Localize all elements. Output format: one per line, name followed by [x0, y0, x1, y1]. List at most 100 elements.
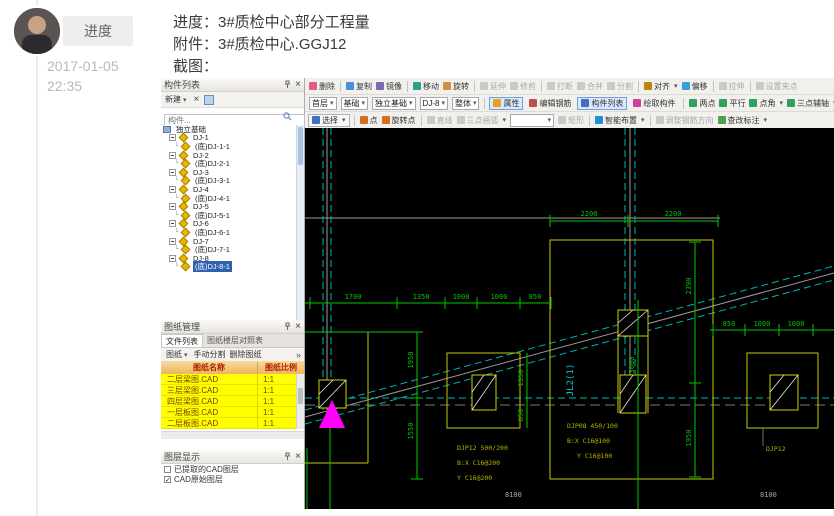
copy-tool[interactable]: 复制: [346, 81, 372, 92]
checkbox-unchecked-icon[interactable]: [164, 465, 171, 473]
tree-node-item[interactable]: └ (底)DJ-5-1: [161, 210, 296, 221]
overflow-icon[interactable]: »: [296, 350, 301, 360]
table-row[interactable]: 一层板图.CAD 1:1: [161, 406, 296, 418]
three-point-arc-tool[interactable]: 三点画弧 ▾: [456, 115, 506, 126]
dim-label: 1950: [685, 430, 693, 447]
break-tool[interactable]: 打断: [547, 81, 573, 92]
post-date: 2017-01-05: [47, 58, 119, 74]
component-select[interactable]: DJ-8 ▾: [419, 96, 448, 110]
cad-drawing-area[interactable]: 2200 2200 1700 1350 1000 1000 850 850 10…: [305, 128, 834, 509]
tree-expander-icon[interactable]: [169, 168, 176, 176]
component-type-select[interactable]: 独立基础 ▾: [372, 96, 416, 110]
floor-select[interactable]: 首层 ▾: [309, 96, 337, 110]
pin-icon[interactable]: [284, 322, 291, 331]
table-scrollbar[interactable]: [296, 374, 304, 429]
offset-tool[interactable]: 偏移: [681, 81, 708, 92]
table-row[interactable]: 二层梁图.CAD 1:1: [161, 373, 296, 385]
drawing-manager-panel: 图纸管理 × 文件列表 图纸楼层对照表 图纸 ▾ 手动分割 删除图纸 » 图纸名称…: [161, 320, 304, 451]
merge-tool[interactable]: 合并: [577, 81, 603, 92]
delete-drawing-button[interactable]: 删除图纸: [230, 349, 262, 360]
delete-component-button[interactable]: ×: [192, 94, 202, 106]
category-select[interactable]: 基础 ▾: [340, 96, 369, 110]
tree-node-item[interactable]: └ (底)DJ-7-1: [161, 244, 296, 255]
layer-option-original[interactable]: CAD原始图层: [161, 474, 304, 484]
tree-expander-icon[interactable]: [169, 254, 176, 262]
elevation-label: 8100: [505, 491, 522, 499]
table-row[interactable]: 二层板图.CAD 1:1: [161, 417, 296, 429]
avatar[interactable]: [12, 6, 62, 56]
pin-icon[interactable]: [284, 452, 291, 461]
pick-component-button[interactable]: 绘取构件: [629, 97, 679, 110]
tree-scrollbar-thumb[interactable]: [298, 127, 303, 165]
tree-expander-icon[interactable]: [169, 220, 176, 228]
tree-node-item[interactable]: └ (底)DJ-3-1: [161, 175, 296, 186]
tree-expander-icon[interactable]: [169, 203, 176, 211]
point-angle-axis-tool[interactable]: 点角 ▾: [749, 98, 783, 109]
smart-layout-icon: [595, 116, 604, 124]
edit-annotation-tool[interactable]: 查改标注 ▾: [717, 115, 768, 126]
split-tool[interactable]: 分割: [607, 81, 633, 92]
pin-icon[interactable]: [284, 80, 291, 89]
move-tool[interactable]: 移动: [413, 81, 439, 92]
tree-node-item-selected[interactable]: └ (底)DJ-8-1: [161, 261, 296, 273]
branch-icon: └: [174, 263, 179, 271]
checkbox-checked-icon[interactable]: [164, 475, 171, 484]
dimension-lines: [305, 215, 834, 509]
align-tool[interactable]: 对齐 ▾: [644, 81, 678, 92]
close-icon[interactable]: ×: [295, 321, 301, 332]
layer-option-extracted[interactable]: 已提取的CAD图层: [161, 464, 304, 474]
attributes-button[interactable]: 属性: [489, 96, 524, 110]
table-row[interactable]: 三层梁图.CAD 1:1: [161, 384, 296, 396]
tab-floor-mapping[interactable]: 图纸楼层对照表: [203, 334, 267, 347]
extend-tool[interactable]: 延伸: [480, 81, 506, 92]
arc-value-combo[interactable]: ▾: [510, 113, 555, 127]
edit-toolbar: 删除 复制 镜像 移动 旋转 延伸 修剪 打断 合并 分割 对齐 ▾ 偏移 拉伸 …: [305, 78, 834, 95]
edit-rebar-button[interactable]: 编辑钢筋: [525, 97, 575, 110]
close-icon[interactable]: ×: [295, 451, 301, 462]
stretch-tool[interactable]: 拉伸: [718, 81, 745, 92]
delete-tool[interactable]: 删除: [309, 81, 335, 92]
tree-expander-icon[interactable]: [169, 151, 176, 159]
new-component-button[interactable]: 新建 ▾: [163, 94, 189, 106]
component-list-button[interactable]: 构件列表: [577, 96, 628, 110]
tree-node-item[interactable]: └ (底)DJ-4-1: [161, 193, 296, 203]
smart-layout-tool[interactable]: 智能布置 ▾: [595, 115, 645, 126]
table-row[interactable]: 四层梁图.CAD 1:1: [161, 395, 296, 407]
mirror-tool[interactable]: 镜像: [376, 81, 402, 92]
tree-scrollbar[interactable]: [296, 125, 304, 320]
drawing-panel-tabs: 文件列表 图纸楼层对照表: [161, 334, 304, 348]
view-mode-select[interactable]: 整体 ▾: [451, 96, 480, 110]
tree-expander-icon[interactable]: [169, 185, 176, 193]
rotate-tool[interactable]: 旋转: [443, 81, 469, 92]
tree-node-item[interactable]: └ (底)DJ-1-1: [161, 141, 296, 152]
folder-icon: [163, 125, 171, 133]
two-point-axis-tool[interactable]: 两点: [689, 98, 715, 109]
set-grips-tool[interactable]: 设置夹点: [755, 81, 798, 92]
table-hscrollbar[interactable]: [161, 431, 304, 439]
tree-node-item[interactable]: └ (底)DJ-6-1: [161, 227, 296, 238]
parallel-axis-tool[interactable]: 平行: [719, 98, 745, 109]
chevron-down-icon: ▾: [763, 117, 768, 124]
close-icon[interactable]: ×: [295, 79, 301, 90]
rotate-point-tool[interactable]: 旋转点: [381, 115, 416, 126]
tree-node-root[interactable]: 独立基础: [161, 125, 296, 134]
adjust-rebar-direction-tool[interactable]: 调整钢筋方向: [655, 115, 714, 126]
three-point-aux-axis-tool[interactable]: 三点辅轴▾: [786, 98, 834, 109]
tree-node-item[interactable]: └ (底)DJ-2-1: [161, 158, 296, 169]
drawing-menu-button[interactable]: 图纸 ▾: [164, 349, 190, 361]
drawing-scale: 1:1: [263, 418, 275, 428]
chevron-down-icon: ▾: [441, 100, 445, 107]
dim-label: 850: [517, 409, 525, 422]
rectangle-icon: [558, 116, 567, 124]
tree-expander-icon[interactable]: [169, 237, 176, 245]
tree-expander-icon[interactable]: [169, 134, 176, 142]
rectangle-tool[interactable]: 矩形: [558, 115, 584, 126]
line-tool[interactable]: 直线: [426, 115, 453, 126]
point-tool[interactable]: 点: [359, 115, 378, 126]
copy-component-icon[interactable]: [204, 94, 215, 105]
tab-file-list[interactable]: 文件列表: [161, 334, 203, 347]
manual-split-button[interactable]: 手动分割: [194, 349, 226, 360]
table-scrollbar-thumb[interactable]: [298, 388, 303, 404]
select-tool[interactable]: 选择 ▾: [308, 113, 350, 127]
trim-tool[interactable]: 修剪: [510, 81, 536, 92]
